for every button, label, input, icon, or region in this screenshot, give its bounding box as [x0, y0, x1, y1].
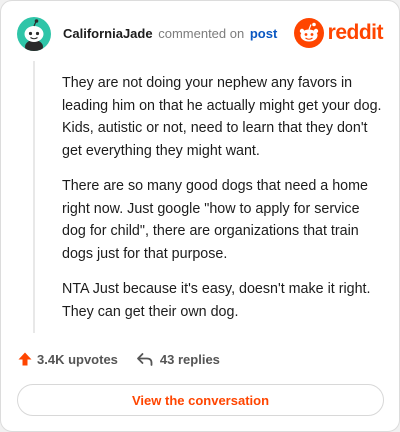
commented-on-text: commented on	[158, 26, 245, 41]
reddit-logo[interactable]: reddit	[293, 18, 384, 48]
comment-paragraph: There are so many good dogs that need a …	[62, 178, 368, 262]
view-conversation-button[interactable]: View the conversation	[17, 384, 384, 416]
upvote-arrow-icon	[18, 352, 32, 366]
thread-line	[33, 61, 35, 333]
comment-paragraph: NTA Just because it's easy, doesn't make…	[62, 281, 371, 320]
user-avatar[interactable]	[17, 17, 51, 51]
upvote-button[interactable]: 3.4K upvotes	[17, 351, 118, 367]
reddit-wordmark: reddit	[327, 21, 384, 44]
replies-button[interactable]: 43 replies	[136, 351, 220, 367]
comment-actions: 3.4K upvotes 43 replies	[17, 349, 220, 369]
comment-header: CaliforniaJade commented on post reddit	[17, 17, 384, 51]
reddit-logo-icon	[293, 18, 324, 48]
comment-card: CaliforniaJade commented on post reddit …	[0, 0, 400, 432]
username-link[interactable]: CaliforniaJade	[63, 26, 153, 41]
reply-arrow-icon	[137, 353, 153, 366]
snoo-avatar-icon	[24, 19, 44, 51]
comment-body: They are not doing your nephew any favor…	[62, 72, 387, 336]
reply-count: 43 replies	[159, 351, 220, 367]
comment-paragraph: They are not doing your nephew any favor…	[62, 75, 382, 159]
post-link[interactable]: post	[250, 26, 277, 41]
comment-byline: CaliforniaJade commented on post	[63, 26, 277, 42]
upvote-count: 3.4K upvotes	[37, 351, 118, 367]
